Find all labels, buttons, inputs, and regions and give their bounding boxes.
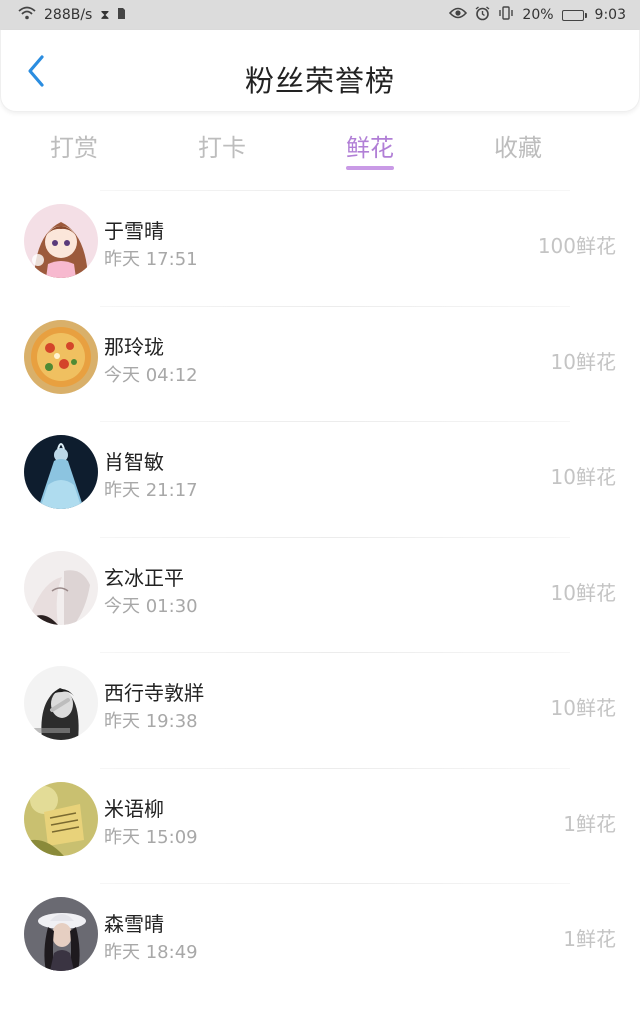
flower-amount: 10鲜花 [550, 349, 616, 374]
status-bar: 288B/s ⧗ 20% 9:03 [0, 0, 640, 30]
flower-amount: 100鲜花 [537, 234, 616, 258]
list-item[interactable]: 森雪晴 昨天 18:49 1鲜花 [0, 883, 640, 999]
status-right: 20% 9:03 [449, 5, 626, 25]
network-speed: 288B/s [44, 7, 93, 23]
flower-amount: 10鲜花 [550, 580, 616, 605]
fan-name: 米语柳 [104, 796, 164, 821]
anime-girl-avatar[interactable] [24, 204, 98, 278]
fan-time: 昨天 18:49 [104, 942, 198, 963]
flower-amount: 1鲜花 [563, 811, 616, 836]
battery-percent: 20% [522, 7, 554, 23]
divider [100, 767, 570, 769]
fan-time: 今天 04:12 [104, 364, 198, 386]
divider [100, 305, 570, 307]
monochrome-girl-avatar[interactable] [24, 666, 98, 740]
vibrate-icon [498, 6, 514, 24]
fan-time: 昨天 15:09 [104, 826, 198, 848]
sketch-couple-avatar[interactable] [24, 550, 98, 625]
tab-shoucang[interactable]: 收藏 [444, 118, 592, 178]
fan-name: 玄冰正平 [104, 565, 184, 590]
header: 粉丝荣誉榜 [0, 30, 640, 112]
fan-list: 于雪晴 昨天 17:51 100鲜花 那玲珑 今天 04:12 10鲜花 肖智敏… [0, 190, 640, 999]
clock: 9:03 [594, 7, 626, 23]
alarm-icon [475, 5, 490, 25]
girl-with-hat-avatar[interactable] [24, 897, 98, 971]
divider [100, 190, 570, 191]
tab-label: 收藏 [494, 134, 542, 162]
fan-name: 森雪晴 [104, 912, 164, 936]
fan-name: 肖智敏 [104, 450, 164, 474]
list-item[interactable]: 西行寺敦牂 昨天 19:38 10鲜花 [0, 652, 640, 768]
tab-xianhua[interactable]: 鲜花 [296, 118, 444, 178]
divider [100, 421, 570, 422]
wifi-icon [18, 6, 36, 24]
active-tab-indicator [346, 166, 394, 170]
fan-time: 今天 01:30 [104, 595, 198, 617]
list-item[interactable]: 肖智敏 昨天 21:17 10鲜花 [0, 421, 640, 537]
tab-label: 鲜花 [346, 134, 394, 162]
list-item[interactable]: 米语柳 昨天 15:09 1鲜花 [0, 767, 640, 884]
blue-gown-avatar[interactable] [24, 435, 98, 509]
fan-name: 那玲珑 [104, 334, 164, 359]
page-title: 粉丝荣誉榜 [244, 64, 395, 98]
fan-time: 昨天 17:51 [104, 249, 198, 270]
flower-amount: 10鲜花 [550, 465, 616, 489]
divider [100, 883, 570, 884]
list-item[interactable]: 玄冰正平 今天 01:30 10鲜花 [0, 536, 640, 653]
fan-name: 于雪晴 [104, 219, 164, 243]
battery-icon [561, 9, 587, 21]
divider [100, 652, 570, 653]
status-left: 288B/s ⧗ [18, 6, 126, 24]
fan-time: 昨天 19:38 [104, 711, 198, 732]
hourglass-icon: ⧗ [100, 7, 110, 23]
fan-name: 西行寺敦牂 [104, 681, 204, 705]
fan-time: 昨天 21:17 [104, 480, 198, 501]
pizza-avatar[interactable] [24, 319, 98, 394]
tab-dashang[interactable]: 打赏 [0, 118, 148, 178]
list-item[interactable]: 于雪晴 昨天 17:51 100鲜花 [0, 190, 640, 306]
tab-bar: 打赏 打卡 鲜花 收藏 [0, 118, 640, 178]
sim-icon [117, 7, 126, 24]
list-item[interactable]: 那玲珑 今天 04:12 10鲜花 [0, 305, 640, 422]
eye-icon [449, 7, 468, 23]
flower-amount: 1鲜花 [563, 927, 616, 951]
tab-label: 打赏 [50, 134, 98, 162]
divider [100, 536, 570, 538]
tab-label: 打卡 [198, 134, 246, 162]
tab-daka[interactable]: 打卡 [148, 118, 296, 178]
flower-amount: 10鲜花 [550, 696, 616, 720]
yellow-note-avatar[interactable] [24, 781, 98, 856]
